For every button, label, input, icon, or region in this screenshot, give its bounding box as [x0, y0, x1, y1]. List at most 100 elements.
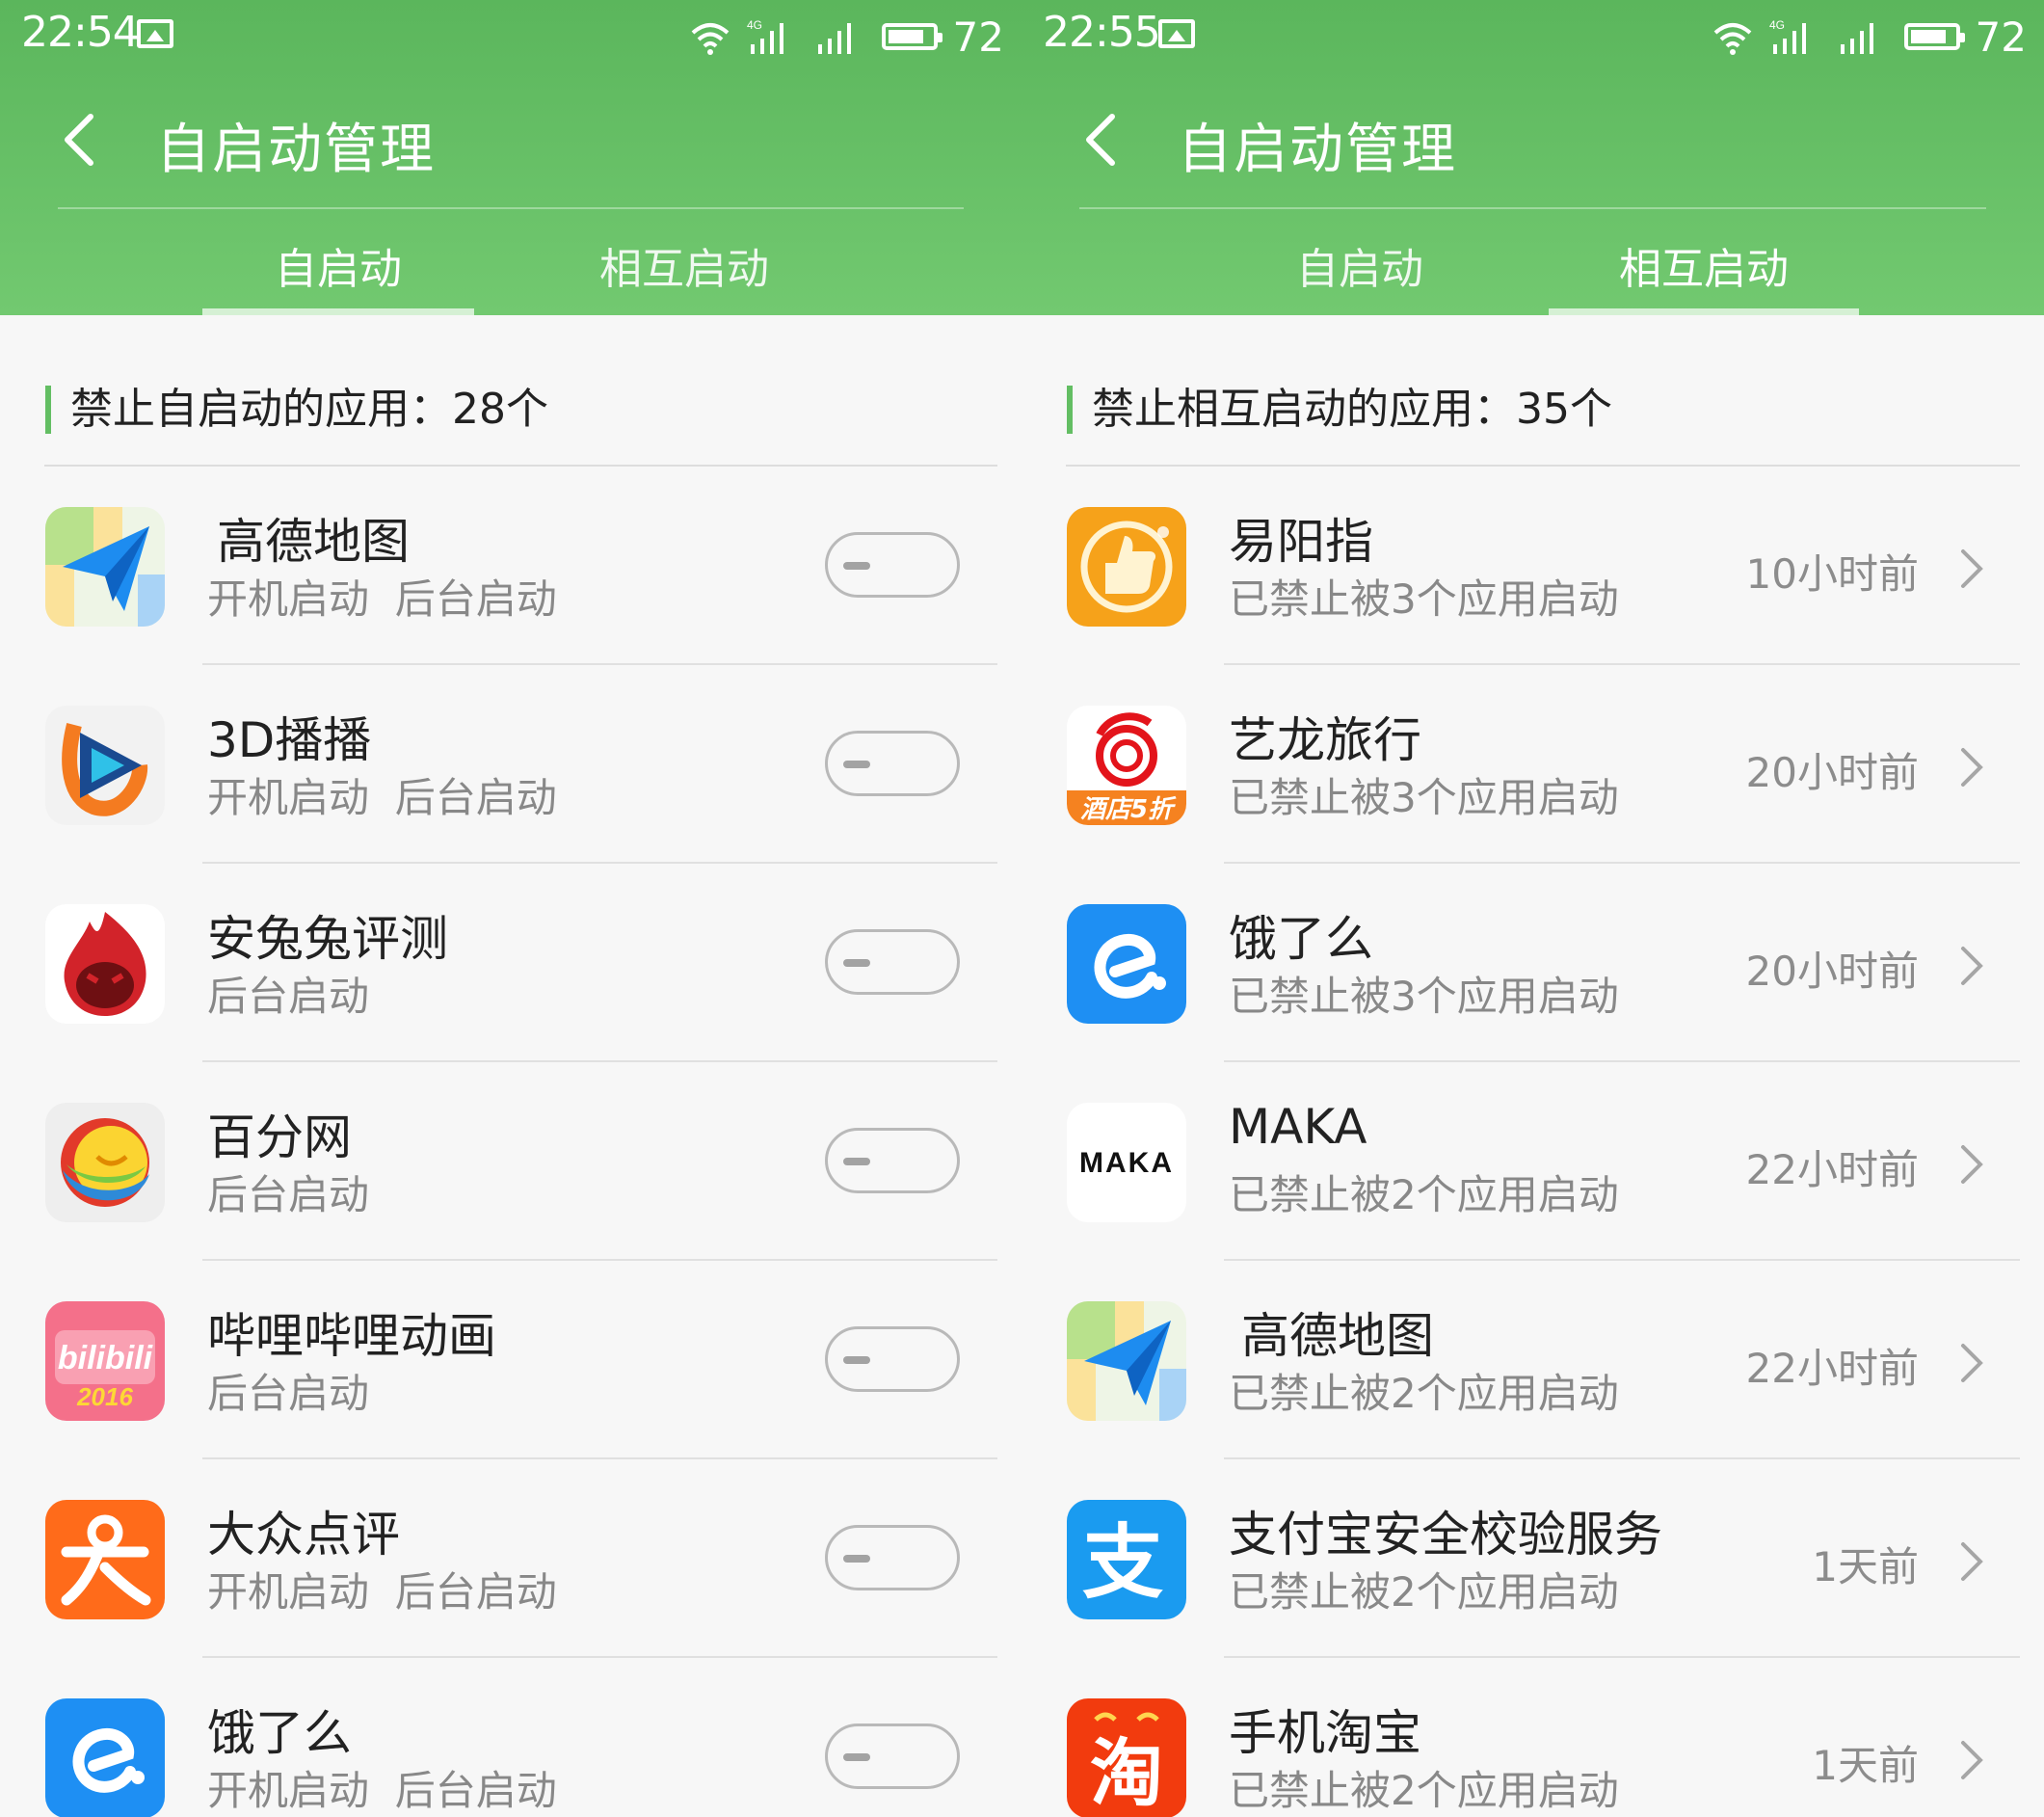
app-name: 艺龙旅行 [1229, 712, 1421, 768]
autostart-toggle[interactable] [825, 929, 960, 995]
list-item[interactable]: 百分网 后台启动 [0, 1062, 1022, 1261]
list-item[interactable]: 饿了么 开机启动 后台启动 [0, 1658, 1022, 1817]
bilibili-icon: bilibili 2016 [45, 1301, 165, 1421]
app-start-types: 开机启动 后台启动 [207, 1568, 557, 1616]
list-item[interactable]: MAKA MAKA 已禁止被2个应用启动 22小时前 [1022, 1062, 2044, 1261]
autostart-toggle[interactable] [825, 731, 960, 796]
last-time: 1天前 [1812, 1543, 1919, 1590]
eleme-icon [45, 1698, 165, 1817]
list-item[interactable]: 淘 手机淘宝 已禁止被2个应用启动 1天前 [1022, 1658, 2044, 1817]
tab-mutual-start[interactable]: 相互启动 [549, 234, 819, 296]
maka-logo-text: MAKA [1079, 1147, 1174, 1179]
yiyangzhi-icon [1067, 507, 1186, 627]
autostart-toggle[interactable] [825, 1525, 960, 1590]
dianping-icon [45, 1500, 165, 1619]
app-name: 3D播播 [207, 712, 372, 768]
tab-autostart[interactable]: 自启动 [1224, 234, 1496, 296]
signal-4g-icon: 4G [1769, 17, 1821, 56]
eleme-icon [1067, 904, 1186, 1024]
app-start-types: 开机启动 后台启动 [207, 575, 557, 623]
signal-4g-icon: 4G [747, 17, 799, 56]
app-start-types: 开机启动 后台启动 [207, 774, 557, 821]
amap-icon [45, 507, 165, 627]
chevron-right-icon[interactable] [1957, 746, 1984, 788]
maka-icon: MAKA [1067, 1103, 1186, 1222]
chevron-right-icon[interactable] [1957, 945, 1984, 987]
elong-badge-text: 酒店5折 [1080, 795, 1177, 824]
back-arrow-icon[interactable] [1081, 111, 1120, 169]
wifi-icon [1712, 17, 1754, 56]
elong-icon: 酒店5折 [1067, 706, 1186, 825]
status-time: 22:54 [21, 8, 140, 57]
battery-icon [881, 23, 942, 50]
autostart-toggle[interactable] [825, 532, 960, 598]
app-blocked-count: 已禁止被2个应用启动 [1229, 1370, 1619, 1417]
left-screen: 22:54 4G 72 自启动管理 自启动 相互启动 禁止自启动的应用：28个 … [0, 0, 1022, 1817]
svg-text:bilibili: bilibili [58, 1340, 154, 1376]
last-time: 22小时前 [1745, 1345, 1919, 1392]
svg-text:4G: 4G [1769, 18, 1785, 32]
last-time: 20小时前 [1745, 749, 1919, 796]
tab-autostart[interactable]: 自启动 [202, 234, 474, 296]
last-time: 20小时前 [1745, 948, 1919, 995]
section-header: 禁止相互启动的应用：35个 [1067, 386, 1612, 434]
active-tab-indicator [1549, 308, 1859, 315]
app-name: 大众点评 [207, 1507, 400, 1563]
app-header: 22:55 4G 72 自启动管理 自启动 相互启动 [1022, 0, 2044, 315]
app-name: 高德地图 [1241, 1308, 1434, 1364]
battery-icon [1903, 23, 1965, 50]
app-start-types: 后台启动 [207, 973, 370, 1020]
antutu-icon [45, 904, 165, 1024]
list-item[interactable]: 3D播播 开机启动 后台启动 [0, 665, 1022, 864]
list-item[interactable]: 饿了么 已禁止被3个应用启动 20小时前 [1022, 864, 2044, 1062]
list-item[interactable]: 高德地图 开机启动 后台启动 [0, 467, 1022, 665]
app-name: MAKA [1229, 1099, 1367, 1155]
3dbobo-icon [45, 706, 165, 825]
autostart-toggle[interactable] [825, 1128, 960, 1193]
app-name: 饿了么 [207, 1705, 352, 1761]
section-header: 禁止自启动的应用：28个 [45, 386, 548, 434]
page-title: 自启动管理 [156, 119, 436, 181]
list-item[interactable]: 酒店5折 艺龙旅行 已禁止被3个应用启动 20小时前 [1022, 665, 2044, 864]
app-blocked-count: 已禁止被2个应用启动 [1229, 1568, 1619, 1616]
app-blocked-count: 已禁止被2个应用启动 [1229, 1171, 1619, 1218]
app-name: 百分网 [207, 1109, 352, 1165]
chevron-right-icon[interactable] [1957, 548, 1984, 590]
list-item[interactable]: 大众点评 开机启动 后台启动 [0, 1459, 1022, 1658]
chevron-right-icon[interactable] [1957, 1540, 1984, 1583]
page-title: 自启动管理 [1178, 119, 1457, 181]
status-bar: 22:55 4G 72 [1022, 0, 2044, 72]
list-item[interactable]: 易阳指 已禁止被3个应用启动 10小时前 [1022, 467, 2044, 665]
list-item[interactable]: 高德地图 已禁止被2个应用启动 22小时前 [1022, 1261, 2044, 1459]
chevron-right-icon[interactable] [1957, 1342, 1984, 1384]
wifi-icon [689, 17, 731, 56]
tab-mutual-start[interactable]: 相互启动 [1549, 234, 1859, 296]
signal-icon [814, 17, 866, 56]
app-start-types: 后台启动 [207, 1171, 370, 1218]
app-blocked-count: 已禁止被3个应用启动 [1229, 575, 1619, 623]
autostart-toggle[interactable] [825, 1326, 960, 1392]
back-arrow-icon[interactable] [60, 111, 98, 169]
chevron-right-icon[interactable] [1957, 1143, 1984, 1186]
app-name: 哔哩哔哩动画 [207, 1308, 496, 1364]
app-start-types: 开机启动 后台启动 [207, 1767, 557, 1814]
autostart-toggle[interactable] [825, 1723, 960, 1789]
app-blocked-count: 已禁止被3个应用启动 [1229, 973, 1619, 1020]
app-start-types: 后台启动 [207, 1370, 370, 1417]
list-item[interactable]: 安兔兔评测 后台启动 [0, 864, 1022, 1062]
app-name: 手机淘宝 [1229, 1705, 1421, 1761]
list-item[interactable]: 支 支付宝安全校验服务 已禁止被2个应用启动 1天前 [1022, 1459, 2044, 1658]
last-time: 1天前 [1812, 1742, 1919, 1789]
status-bar: 22:54 4G 72 [0, 0, 1022, 72]
last-time: 22小时前 [1745, 1146, 1919, 1193]
app-blocked-count: 已禁止被2个应用启动 [1229, 1767, 1619, 1814]
app-name: 安兔兔评测 [207, 911, 448, 967]
list-item[interactable]: bilibili 2016 哔哩哔哩动画 后台启动 [0, 1261, 1022, 1459]
app-name: 饿了么 [1229, 911, 1373, 967]
battery-level: 72 [952, 13, 1004, 61]
chevron-right-icon[interactable] [1957, 1739, 1984, 1781]
signal-icon [1837, 17, 1889, 56]
image-notification-icon [137, 19, 173, 48]
battery-level: 72 [1975, 13, 2027, 61]
taobao-logo-glyph: 淘 [1090, 1730, 1163, 1816]
